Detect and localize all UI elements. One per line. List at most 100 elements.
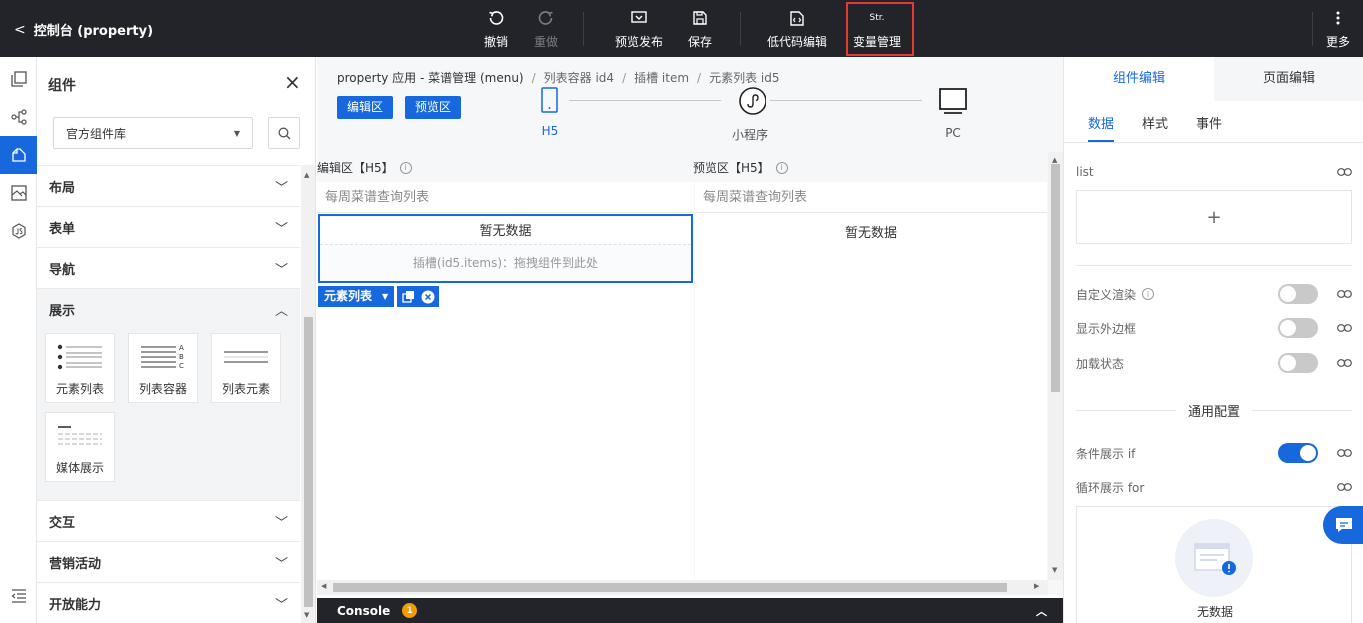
scroll-down-arrow-icon[interactable]: ▼ — [304, 611, 309, 619]
back-to-console-button[interactable]: < 控制台 (property) — [14, 20, 153, 40]
scroll-right-arrow-icon[interactable]: ▶ — [1034, 582, 1039, 590]
undo-label: 撤销 — [484, 35, 509, 49]
device-label: PC — [945, 126, 961, 140]
javascript-icon — [11, 223, 26, 239]
variable-manage-button[interactable]: Str. 变量管理 — [853, 8, 901, 50]
category-layout[interactable]: 布局 ﹀ — [37, 166, 300, 207]
monitor-icon — [615, 8, 663, 28]
panel-scrollbar[interactable]: ▲ ▼ — [301, 165, 315, 623]
component-card-list-element[interactable]: 列表元素 — [211, 333, 281, 403]
scrollbar-thumb[interactable] — [304, 317, 313, 607]
undo-button[interactable]: 撤销 — [484, 8, 508, 50]
breadcrumb-item[interactable]: 元素列表 id5 — [709, 71, 779, 85]
copy-icon[interactable] — [401, 290, 415, 304]
category-label: 开放能力 — [49, 597, 102, 613]
custom-render-toggle[interactable] — [1278, 284, 1318, 304]
save-button[interactable]: 保存 — [688, 8, 712, 50]
selected-element-list[interactable]: 暂无数据 插槽(id5.items)：拖拽组件到此处 — [318, 214, 693, 283]
console-bar[interactable]: Console 1 ︿ — [317, 598, 1063, 623]
rail-components-button[interactable] — [0, 136, 37, 174]
prop-label: list — [1076, 165, 1094, 179]
selection-actions — [397, 286, 440, 307]
chevron-left-icon: < — [14, 21, 26, 38]
rail-data-button[interactable] — [0, 174, 37, 212]
miniprogram-icon — [739, 87, 767, 115]
add-list-item-button[interactable]: + — [1076, 190, 1352, 244]
prop-loading-state: 加载状态 — [1076, 352, 1352, 374]
tab-page-edit[interactable]: 页面编辑 — [1214, 57, 1363, 101]
loading-state-toggle[interactable] — [1278, 353, 1318, 373]
chevron-up-icon[interactable]: ︿ — [1036, 603, 1047, 619]
link-icon[interactable] — [1336, 357, 1352, 369]
selected-component-tag[interactable]: 元素列表 ▼ — [318, 286, 395, 307]
info-icon[interactable]: i — [775, 161, 788, 174]
delete-icon[interactable] — [421, 290, 435, 304]
category-form[interactable]: 表单 ﹀ — [37, 207, 300, 248]
scroll-up-arrow-icon[interactable]: ▲ — [304, 171, 309, 179]
device-pc[interactable]: PC — [938, 87, 968, 140]
list-title[interactable]: 每周菜谱查询列表 — [317, 182, 694, 213]
info-icon[interactable]: i — [399, 161, 412, 174]
component-card-element-list[interactable]: 元素列表 — [45, 333, 115, 403]
rail-collapse-button[interactable] — [0, 577, 37, 615]
scroll-left-arrow-icon[interactable]: ◀ — [321, 582, 326, 590]
card-label: 媒体展示 — [55, 461, 104, 475]
link-icon[interactable] — [1336, 166, 1352, 178]
breadcrumb-item[interactable]: 列表容器 id4 — [544, 71, 614, 85]
canvas-horizontal-scrollbar[interactable]: ◀ ▶ — [317, 580, 1048, 595]
preview-pane-title: 预览区【H5】 — [693, 161, 770, 175]
scrollbar-thumb[interactable] — [333, 583, 1007, 592]
search-button[interactable] — [268, 117, 300, 149]
prop-loop-for: 循环展示 for — [1076, 476, 1352, 498]
info-icon[interactable]: i — [1142, 288, 1155, 300]
tab-component-edit[interactable]: 组件编辑 — [1064, 57, 1214, 101]
breadcrumb-item[interactable]: property 应用 - 菜谱管理 (menu) — [337, 71, 524, 85]
toolbar-divider — [583, 12, 584, 46]
category-display[interactable]: 展示 ︿ — [37, 289, 300, 330]
more-button[interactable]: 更多 — [1326, 8, 1350, 50]
device-h5[interactable]: H5 — [539, 87, 561, 138]
subtab-style[interactable]: 样式 — [1142, 113, 1168, 142]
show-border-toggle[interactable] — [1278, 318, 1318, 338]
desktop-icon — [939, 88, 967, 114]
scroll-down-arrow-icon[interactable]: ▼ — [1052, 566, 1057, 574]
category-open-capabilities[interactable]: 开放能力 ﹀ — [37, 583, 300, 623]
chevron-up-icon: ︿ — [274, 304, 288, 319]
scrollbar-thumb[interactable] — [1051, 164, 1060, 392]
property-panel: 组件编辑 页面编辑 数据 样式 事件 list + 自定义渲染 i 显示外边框 加… — [1063, 57, 1363, 623]
category-list: 布局 ﹀ 表单 ﹀ 导航 ﹀ 展示 ︿ 元素列表 A B C 列表容器 列表元素… — [37, 165, 300, 623]
link-icon[interactable] — [1336, 322, 1352, 334]
component-card-list-container[interactable]: ABC 列表容器 — [128, 333, 198, 403]
lowcode-edit-button[interactable]: 低代码编辑 — [767, 8, 827, 50]
preview-area-button[interactable]: 预览区 — [405, 96, 462, 119]
link-icon[interactable] — [1336, 447, 1352, 459]
feedback-chat-button[interactable] — [1323, 506, 1363, 544]
category-navigation[interactable]: 导航 ﹀ — [37, 248, 300, 289]
library-select[interactable]: 官方组件库 ▼ — [53, 117, 253, 149]
category-marketing[interactable]: 营销活动 ﹀ — [37, 542, 300, 583]
device-miniprogram[interactable]: 小程序 — [732, 87, 768, 143]
redo-button[interactable]: 重做 — [534, 8, 558, 50]
rail-js-button[interactable] — [0, 212, 37, 250]
condition-if-toggle[interactable] — [1278, 443, 1318, 463]
edit-area-button[interactable]: 编辑区 — [337, 96, 394, 119]
preview-publish-button[interactable]: 预览发布 — [615, 8, 663, 50]
category-interaction[interactable]: 交互 ﹀ — [37, 501, 300, 542]
canvas-area: property 应用 - 菜谱管理 (menu) / 列表容器 id4/插槽 it… — [317, 57, 1063, 595]
list-container-icon: ABC — [140, 340, 186, 374]
component-card-media-display[interactable]: 媒体展示 — [45, 412, 115, 482]
subtab-data[interactable]: 数据 — [1088, 113, 1115, 142]
link-icon[interactable] — [1336, 481, 1352, 493]
close-icon[interactable]: × — [284, 72, 301, 92]
rail-pages-button[interactable] — [0, 60, 37, 98]
prop-label: 加载状态 — [1076, 356, 1125, 371]
drop-slot[interactable]: 插槽(id5.items)：拖拽组件到此处 — [320, 245, 691, 281]
breadcrumb-item[interactable]: 插槽 item — [634, 71, 689, 85]
subtab-events[interactable]: 事件 — [1196, 113, 1222, 142]
redo-label: 重做 — [534, 35, 559, 49]
prop-show-border: 显示外边框 — [1076, 317, 1352, 339]
scroll-up-arrow-icon[interactable]: ▲ — [1052, 156, 1057, 164]
rail-tree-button[interactable] — [0, 98, 37, 136]
link-icon[interactable] — [1336, 288, 1352, 300]
canvas-vertical-scrollbar[interactable]: ▲ ▼ — [1048, 152, 1063, 580]
